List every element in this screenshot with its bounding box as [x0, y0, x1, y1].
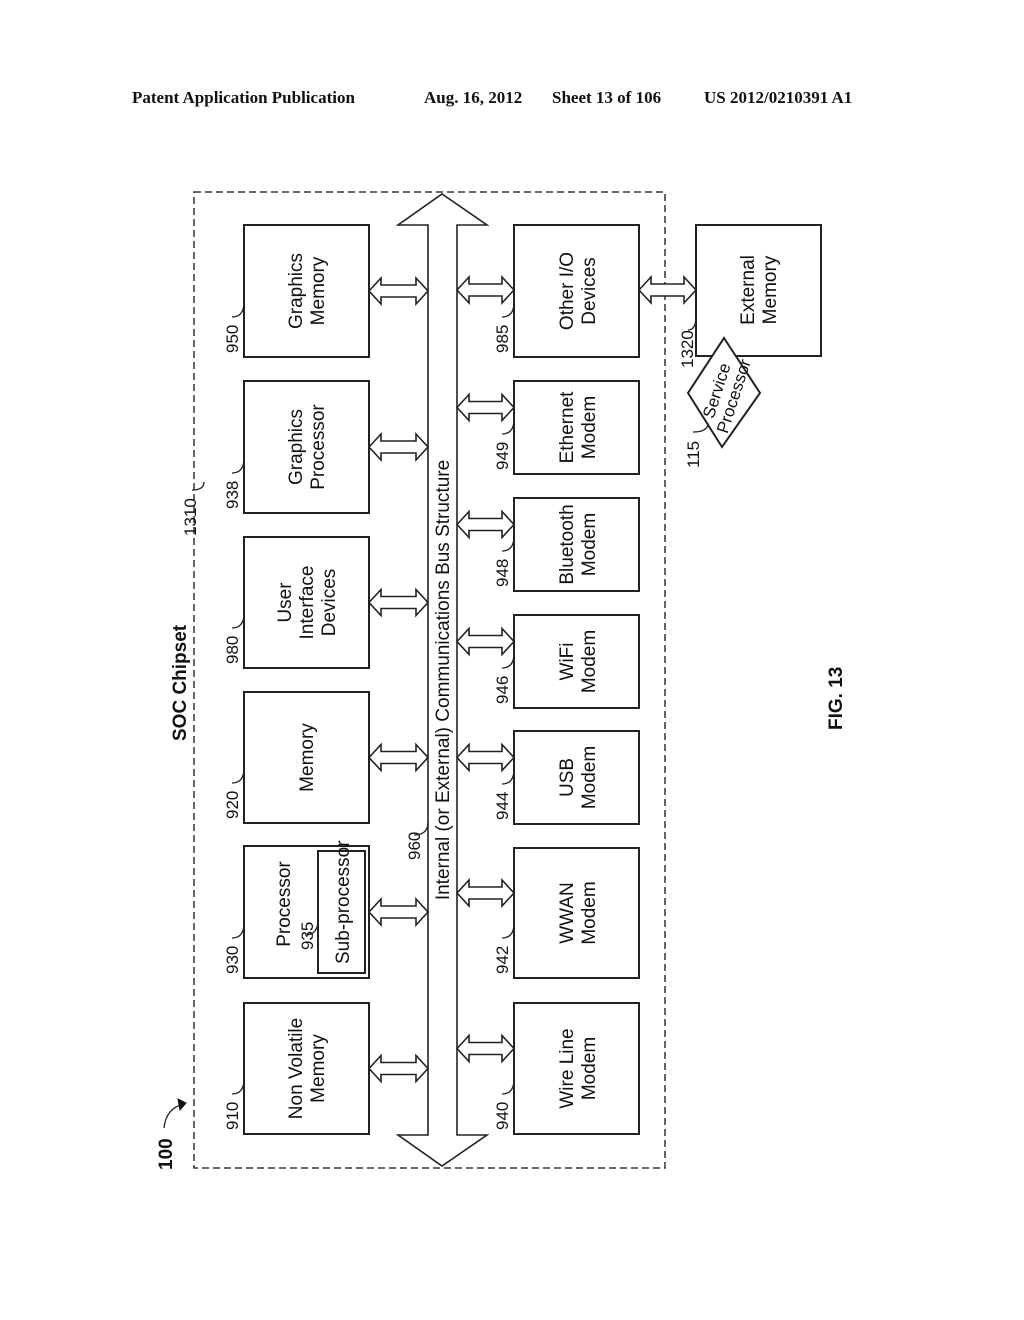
external-memory-line: Memory — [760, 255, 781, 324]
block-942-line: WWAN — [557, 882, 578, 944]
block-942-ref: 942 — [493, 946, 512, 974]
block-942-bus-arrow — [455, 877, 516, 909]
block-930-line: Processor — [274, 861, 295, 947]
block-948-bus-arrow — [455, 509, 516, 540]
block-930-bus-arrow — [367, 896, 430, 928]
external-memory-arrow — [637, 274, 698, 306]
soc-chipset-ref: 1310 — [181, 498, 200, 536]
block-980-line: Interface — [297, 566, 318, 640]
service-processor-leader — [692, 422, 709, 433]
block-949-line: Ethernet — [557, 391, 578, 464]
block-930-text: Processor — [274, 861, 295, 947]
block-985-ref: 985 — [493, 325, 512, 353]
block-942-leader — [501, 922, 515, 939]
block-980-leader — [231, 612, 245, 629]
block-950-line: Memory — [308, 256, 329, 325]
block-938-ref: 938 — [223, 481, 242, 509]
block-940-ref: 940 — [493, 1102, 512, 1130]
block-942-text: WWAN Modem — [557, 881, 600, 944]
soc-chipset-title: SOC Chipset — [170, 624, 191, 741]
block-950-ref: 950 — [223, 325, 242, 353]
block-944-bus-arrow — [455, 742, 516, 773]
block-980-line: Devices — [319, 569, 340, 637]
block-950-bus-arrow — [367, 275, 430, 307]
block-985-text: Other I/O Devices — [557, 252, 600, 330]
block-950-text: Graphics Memory — [286, 253, 329, 329]
block-985-line: Devices — [579, 257, 600, 325]
block-940-leader — [501, 1078, 515, 1095]
block-920-bus-arrow — [367, 742, 430, 773]
block-942-line: Modem — [579, 881, 600, 944]
block-930-ref: 930 — [223, 946, 242, 974]
external-memory-leader — [687, 315, 697, 331]
block-910-line: Non Volatile — [286, 1018, 307, 1119]
system-ref-arrowhead — [177, 1098, 187, 1112]
block-948-leader — [501, 535, 515, 552]
block-949-bus-arrow — [455, 392, 516, 423]
block-985-bus-arrow — [455, 274, 516, 306]
block-950-leader — [231, 301, 245, 318]
block-938-leader — [231, 457, 245, 474]
block-920-ref: 920 — [223, 791, 242, 819]
block-938-bus-arrow — [367, 431, 430, 463]
external-memory-ref: 1320 — [678, 330, 697, 368]
figure-label: FIG. 13 — [826, 667, 847, 730]
block-985-leader — [501, 301, 515, 318]
external-memory-line: External — [738, 255, 759, 325]
block-940-line: Modem — [579, 1037, 600, 1100]
block-944-ref: 944 — [493, 792, 512, 820]
block-980-bus-arrow — [367, 587, 430, 618]
block-910-line: Memory — [308, 1034, 329, 1103]
block-938-line: Processor — [308, 404, 329, 490]
block-948-ref: 948 — [493, 559, 512, 587]
sub-processor-label: Sub-processor — [333, 840, 354, 964]
block-940-bus-arrow — [455, 1033, 516, 1064]
block-920-line: Memory — [297, 723, 318, 792]
block-950-line: Graphics — [286, 253, 307, 329]
bus-ref: 960 — [405, 832, 424, 860]
service-processor-ref: 115 — [684, 441, 703, 468]
block-946-line: WiFi — [557, 643, 578, 681]
block-946-ref: 946 — [493, 676, 512, 704]
bus-label-line: Internal (or External) Communications Bu… — [433, 460, 454, 900]
sub-processor-ref: 935 — [298, 922, 317, 950]
block-949-leader — [501, 418, 515, 435]
block-949-ref: 949 — [493, 442, 512, 470]
block-910-bus-arrow — [367, 1053, 430, 1084]
block-diagram: Internal (or External) Communications Bu… — [156, 191, 847, 1170]
external-memory-text: External Memory — [738, 255, 781, 325]
block-938-text: Graphics Processor — [286, 404, 329, 490]
block-948-text: Bluetooth Modem — [557, 504, 600, 584]
system-ref: 100 — [156, 1138, 177, 1170]
block-946-line: Modem — [579, 630, 600, 693]
block-948-line: Modem — [579, 513, 600, 576]
bus-label-text: Internal (or External) Communications Bu… — [433, 460, 454, 900]
block-946-leader — [501, 652, 515, 669]
block-944-line: Modem — [579, 746, 600, 809]
block-949-text: Ethernet Modem — [557, 391, 600, 464]
block-940-line: Wire Line — [557, 1028, 578, 1108]
block-944-line: USB — [557, 758, 578, 797]
block-985-line: Other I/O — [557, 252, 578, 330]
block-940-text: Wire Line Modem — [557, 1028, 600, 1108]
block-980-ref: 980 — [223, 636, 242, 664]
block-930-leader — [231, 922, 245, 939]
block-948-line: Bluetooth — [557, 504, 578, 584]
block-938-line: Graphics — [286, 409, 307, 485]
block-949-line: Modem — [579, 396, 600, 459]
block-980-line: User — [275, 582, 296, 623]
block-946-bus-arrow — [455, 626, 516, 657]
block-920-text: Memory — [297, 723, 318, 792]
block-944-leader — [501, 768, 515, 785]
block-910-leader — [231, 1078, 245, 1095]
block-910-ref: 910 — [223, 1102, 242, 1130]
block-920-leader — [231, 767, 245, 784]
